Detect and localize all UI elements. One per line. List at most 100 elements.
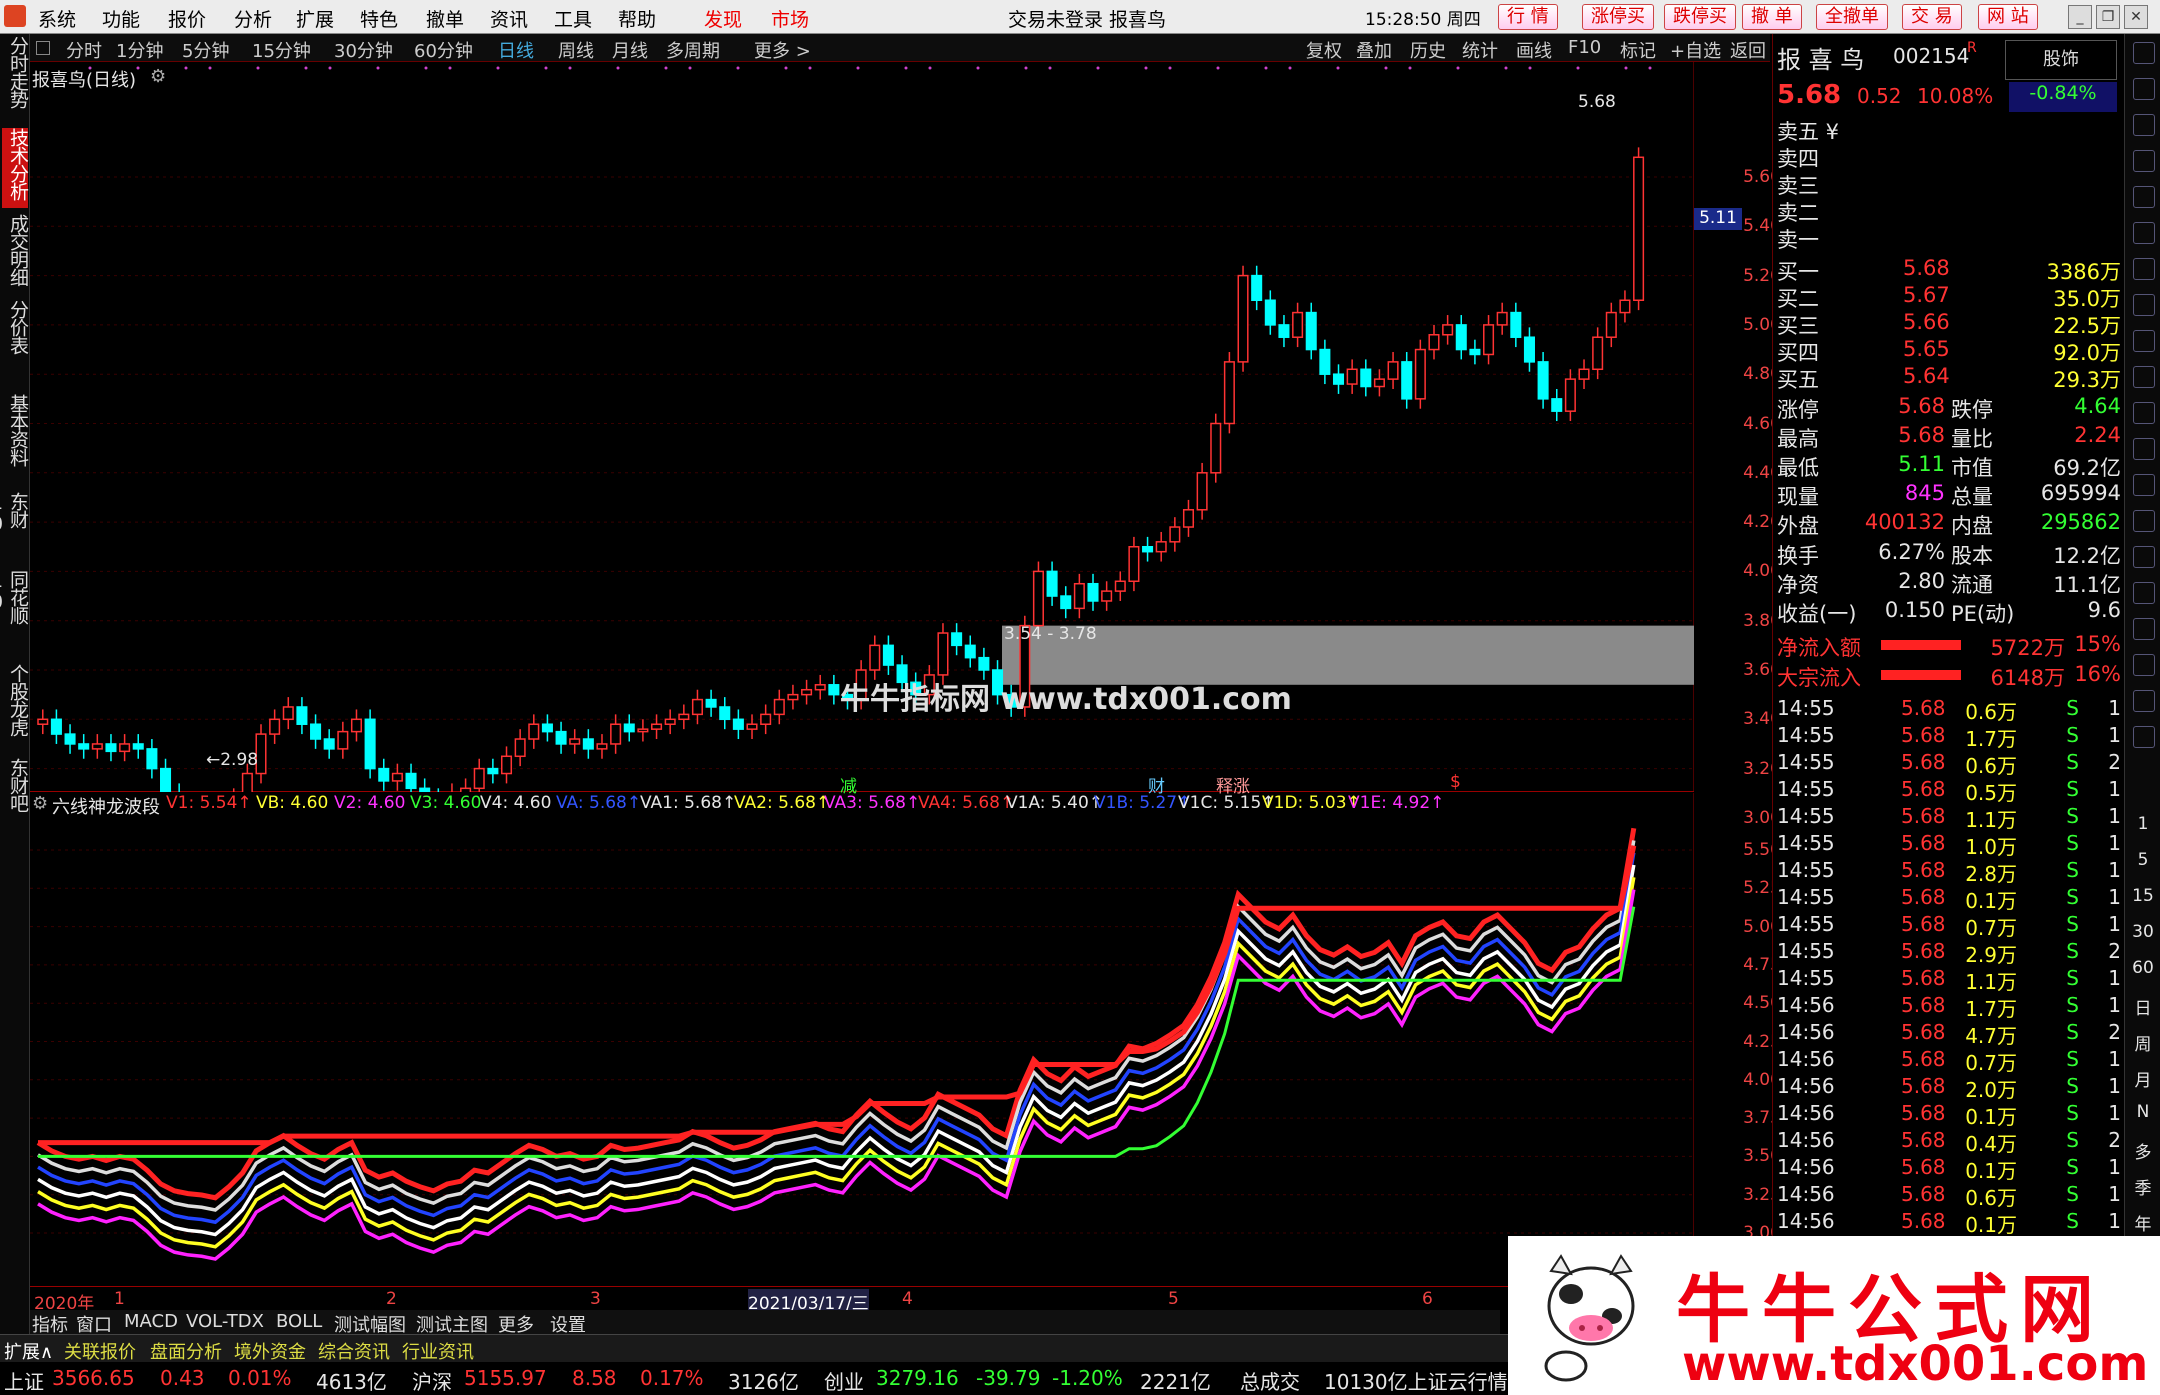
period-tab[interactable]: 15分钟 <box>252 37 311 63</box>
menu-item[interactable]: 报价 <box>168 5 206 32</box>
stock-flag-button[interactable]: 股饰 <box>2005 40 2117 80</box>
indicator-pane[interactable]: ⚙ 六线神龙波段 V1: 5.54↑ VB: 4.60 V2: 4.60 V3: 4.… <box>30 793 1781 1287</box>
minimize-icon[interactable]: _ <box>2068 5 2092 29</box>
restore-icon[interactable]: ❐ <box>2096 5 2120 29</box>
ad-banner[interactable]: 牛牛公式网 www.tdx001.com <box>1508 1236 2160 1395</box>
menu-item[interactable]: 撤单 <box>426 5 464 32</box>
period-tab[interactable]: 60分钟 <box>414 37 473 63</box>
toolbar-icon[interactable] <box>2133 546 2155 568</box>
left-tab[interactable]: 个股龙虎 <box>2 664 29 750</box>
quick-button[interactable]: 网 站 <box>1978 4 2038 30</box>
left-tab[interactable]: 基本资料 <box>2 394 29 484</box>
chart-tool-button[interactable]: 复权 <box>1306 37 1342 63</box>
toolbar-icon[interactable] <box>2133 78 2155 100</box>
toolbar-icon[interactable] <box>2133 510 2155 532</box>
period-tab[interactable]: 5分钟 <box>182 37 229 63</box>
status-tab[interactable]: 行业资讯 <box>402 1338 474 1364</box>
period-tab[interactable]: 1分钟 <box>116 37 163 63</box>
toolbar-icon[interactable] <box>2133 294 2155 316</box>
menu-item[interactable]: 功能 <box>102 5 140 32</box>
quick-button[interactable]: 涨停买 <box>1582 4 1654 30</box>
indicator-tab[interactable]: MACD <box>124 1311 178 1332</box>
chart-tool-button[interactable]: 统计 <box>1462 37 1498 63</box>
period-tab[interactable]: 周线 <box>558 37 594 63</box>
period-shortcut[interactable]: 周 <box>2125 1030 2160 1055</box>
chart-tool-button[interactable]: 标记 <box>1620 37 1656 63</box>
menu-item[interactable]: 系统 <box>38 5 76 32</box>
period-shortcut[interactable]: 多 <box>2125 1138 2160 1163</box>
chart-tool-button[interactable]: 历史 <box>1410 37 1446 63</box>
toolbar-icon[interactable] <box>2133 186 2155 208</box>
period-shortcut[interactable]: 年 <box>2125 1210 2160 1235</box>
period-tab[interactable]: 日线 <box>498 37 534 63</box>
period-tab[interactable]: 月线 <box>612 37 648 63</box>
toolbar-icon[interactable] <box>2133 222 2155 244</box>
period-shortcut[interactable]: 季 <box>2125 1174 2160 1199</box>
sh-change: 0.43 <box>160 1366 205 1390</box>
menu-item[interactable]: 资讯 <box>490 5 528 32</box>
indicator-tab[interactable]: BOLL <box>276 1311 322 1332</box>
chart-tool-button[interactable]: 返回 <box>1730 37 1766 63</box>
left-tab[interactable]: 东财吧 <box>2 758 29 842</box>
kline-pane[interactable]: 报喜鸟(日线) ⚙ 5.11 5.68 ←2.98 3.54 - 3.78 牛牛… <box>30 62 1781 828</box>
period-shortcut[interactable]: 日 <box>2125 994 2160 1019</box>
toolbar-icon[interactable] <box>2133 474 2155 496</box>
status-tab[interactable]: 关联报价 <box>64 1338 136 1364</box>
toolbar-icon[interactable] <box>2133 654 2155 676</box>
period-tab[interactable]: 分时 <box>66 37 102 63</box>
toolbar-icon[interactable] <box>2133 114 2155 136</box>
toolbar-icon[interactable] <box>2133 618 2155 640</box>
tick-time: 14:55 <box>1777 696 1835 720</box>
toolbar-icon[interactable] <box>2133 150 2155 172</box>
period-shortcut[interactable]: 月 <box>2125 1066 2160 1091</box>
status-tab[interactable]: 盘面分析 <box>150 1338 222 1364</box>
quick-button[interactable]: 跌停买 <box>1664 4 1736 30</box>
menu-item[interactable]: 工具 <box>554 5 592 32</box>
quick-button[interactable]: 全撤单 <box>1816 4 1888 30</box>
status-tab[interactable]: 境外资金 <box>234 1338 306 1364</box>
menu-item[interactable]: 帮助 <box>618 5 656 32</box>
toolbar-icon[interactable] <box>2133 330 2155 352</box>
period-shortcut[interactable]: 5 <box>2125 850 2160 870</box>
left-tab[interactable]: 成交明细 <box>2 214 29 294</box>
left-tab[interactable]: 分时走势 <box>2 36 29 116</box>
indicator-tab[interactable]: VOL-TDX <box>186 1311 264 1332</box>
toolbar-icon[interactable] <box>2133 438 2155 460</box>
period-shortcut[interactable]: 15 <box>2125 886 2160 906</box>
tick-count: 1 <box>2108 723 2121 747</box>
chart-tool-button[interactable]: 叠加 <box>1356 37 1392 63</box>
quick-button[interactable]: 撤 单 <box>1742 4 1802 30</box>
left-tab[interactable]: 东财10 <box>0 492 29 562</box>
period-tab[interactable]: 多周期 <box>666 37 720 63</box>
toolbar-icon[interactable] <box>2133 258 2155 280</box>
period-shortcut[interactable]: 30 <box>2125 922 2160 942</box>
quick-button[interactable]: 行 情 <box>1498 4 1558 30</box>
toolbar-icon[interactable] <box>2133 582 2155 604</box>
period-shortcut[interactable]: 60 <box>2125 958 2160 978</box>
toolbar-icon[interactable] <box>2133 366 2155 388</box>
quick-button[interactable]: 交 易 <box>1902 4 1962 30</box>
period-shortcut[interactable]: N <box>2125 1102 2160 1122</box>
toolbar-icon[interactable] <box>2133 726 2155 748</box>
left-tab[interactable]: 分价表 <box>2 300 29 386</box>
toggle-icon[interactable] <box>36 41 50 55</box>
chart-tool-button[interactable]: F10 <box>1568 37 1601 58</box>
status-tab[interactable]: 综合资讯 <box>318 1338 390 1364</box>
menu-item[interactable]: 分析 <box>234 5 272 32</box>
toolbar-icon[interactable] <box>2133 42 2155 64</box>
toolbar-icon[interactable] <box>2133 402 2155 424</box>
menu-discover[interactable]: 发现 <box>704 5 742 32</box>
chart-tool-button[interactable]: +自选 <box>1670 37 1721 63</box>
menu-item[interactable]: 扩展 <box>296 5 334 32</box>
period-shortcut[interactable]: 1 <box>2125 814 2160 834</box>
period-tab[interactable]: 更多 > <box>754 37 811 63</box>
toolbar-icon[interactable] <box>2133 690 2155 712</box>
chart-tool-button[interactable]: 画线 <box>1516 37 1552 63</box>
left-tab[interactable]: 技术分析 <box>2 128 29 208</box>
close-icon[interactable]: ✕ <box>2124 5 2148 29</box>
status-tab[interactable]: 扩展∧ <box>4 1338 53 1364</box>
menu-market[interactable]: 市场 <box>771 5 809 32</box>
period-tab[interactable]: 30分钟 <box>334 37 393 63</box>
left-tab[interactable]: 同花顺10 <box>0 570 29 656</box>
menu-item[interactable]: 特色 <box>360 5 398 32</box>
